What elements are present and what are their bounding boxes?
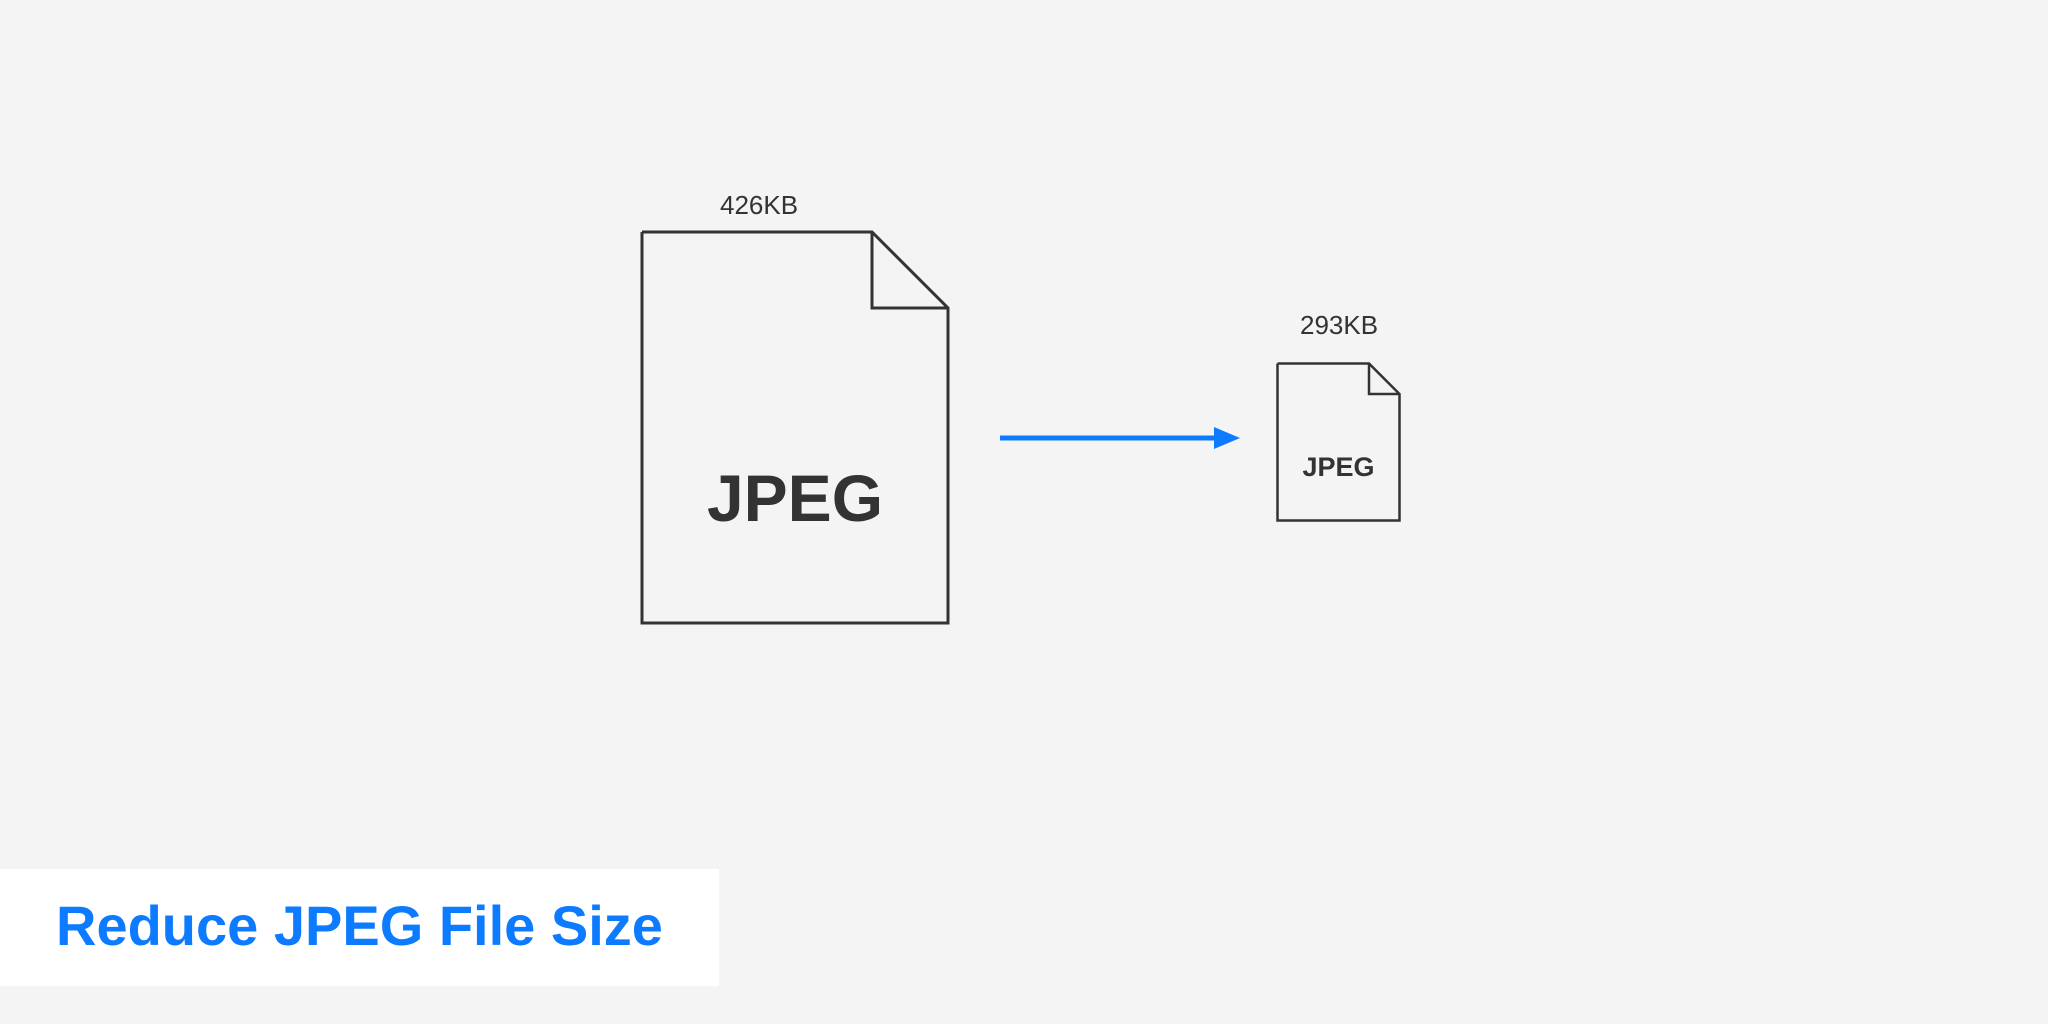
diagram-stage: 426KB JPEG 293KB JPEG Reduce JPEG File S…: [0, 0, 2048, 1024]
title-card: Reduce JPEG File Size: [0, 869, 719, 986]
arrow-icon: [1000, 423, 1240, 453]
target-file-size: 293KB: [1300, 310, 1378, 341]
source-file-icon: JPEG: [640, 230, 950, 625]
document-icon: [640, 230, 950, 625]
page-title: Reduce JPEG File Size: [56, 893, 663, 958]
source-file-size: 426KB: [720, 190, 798, 221]
source-file-format: JPEG: [640, 460, 950, 536]
target-file-icon: JPEG: [1276, 362, 1401, 522]
target-file-format: JPEG: [1276, 452, 1401, 483]
document-icon: [1276, 362, 1401, 522]
